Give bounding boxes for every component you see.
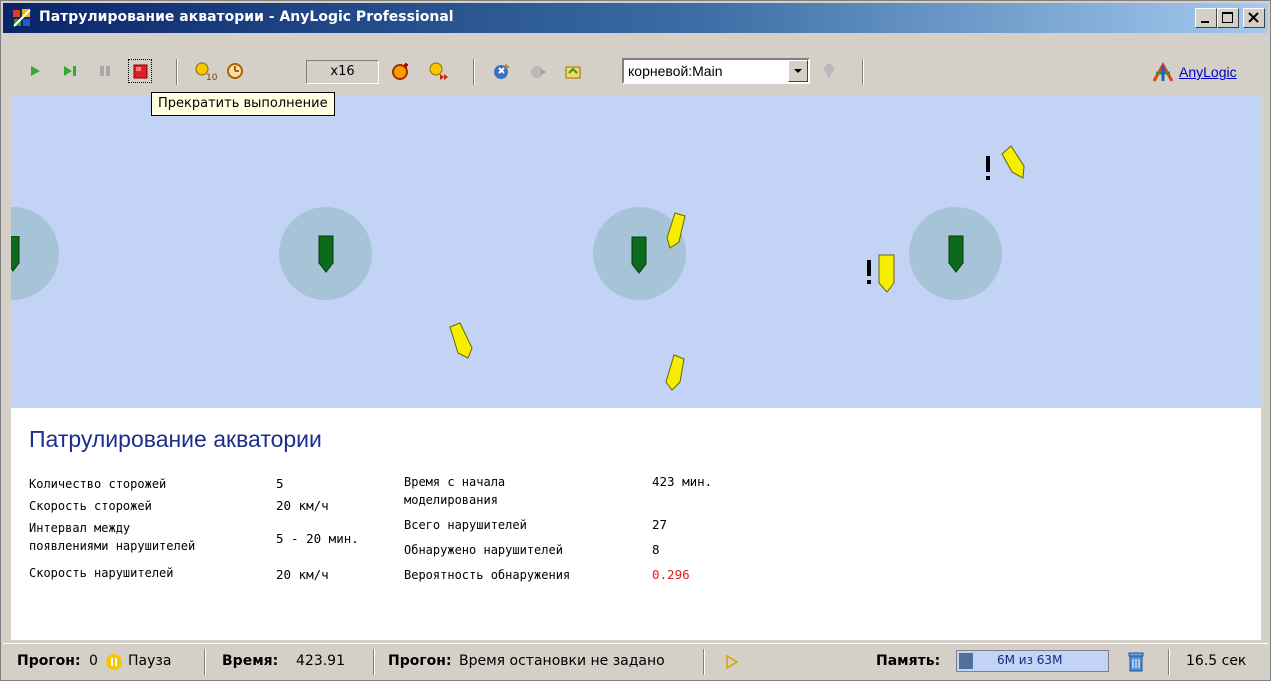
play-status-icon[interactable] — [724, 653, 740, 671]
toolbar: 10 x16 корневой:Main AnyLogic — [3, 34, 1268, 94]
intruder-ship — [666, 212, 686, 249]
anylogic-logo-icon — [1152, 61, 1174, 82]
slower-icon — [392, 63, 408, 80]
app-icon — [13, 9, 31, 27]
detection-probability: 0.296 — [652, 567, 690, 582]
status-separator — [1168, 649, 1170, 675]
slower-button[interactable] — [389, 59, 413, 83]
run-button[interactable] — [23, 59, 47, 83]
elapsed-time: 16.5 сек — [1186, 653, 1247, 669]
close-icon — [1248, 12, 1259, 23]
stat-value: 423 мин. — [652, 474, 713, 489]
pause-button[interactable] — [93, 59, 117, 83]
stat-value: 27 — [652, 517, 668, 532]
toolbar-separator — [176, 59, 178, 85]
navigate-icon — [824, 64, 834, 79]
stat-label: Время с начала — [404, 475, 506, 489]
pause-status-icon — [106, 654, 122, 670]
status-bar: Прогон: 0 Пауза Время: 423.91 Прогон: Вр… — [3, 643, 1268, 679]
intruder-ship — [665, 354, 685, 391]
param-label: Скорость нарушителей — [29, 566, 174, 580]
stop-button[interactable] — [128, 59, 152, 83]
memory-bar: 6М из 63М — [956, 650, 1109, 672]
maximize-icon — [1222, 12, 1233, 23]
intruder-ship — [1001, 145, 1025, 179]
run-stop-value: Время остановки не задано — [459, 653, 665, 669]
root-select-value: корневой:Main — [628, 63, 723, 79]
stop-icon — [133, 64, 148, 79]
status-separator — [703, 649, 705, 675]
memory-value: 6М из 63М — [997, 653, 1063, 667]
run-label: Прогон: — [17, 653, 81, 669]
up-level-button[interactable] — [490, 59, 514, 83]
time-units-button[interactable]: 10 — [193, 59, 218, 83]
realtime-button[interactable] — [223, 59, 247, 83]
param-value: 5 — [276, 476, 284, 491]
up-level-icon — [494, 63, 510, 79]
home-icon — [565, 66, 581, 79]
guard-ship — [11, 236, 20, 272]
realtime-icon — [227, 63, 243, 79]
navigate-button[interactable] — [817, 59, 841, 83]
alert-icon — [867, 260, 871, 284]
toolbar-separator — [473, 59, 475, 85]
run-state: Пауза — [128, 653, 172, 669]
status-separator — [373, 649, 375, 675]
root-select[interactable]: корневой:Main — [622, 58, 810, 84]
title-bar[interactable]: Патрулирование акватории - AnyLogic Prof… — [3, 3, 1268, 33]
param-value: 20 км/ч — [276, 498, 329, 513]
minimize-icon — [1201, 21, 1209, 23]
guard-ship — [948, 235, 964, 273]
stop-tooltip: Прекратить выполнение — [151, 92, 335, 116]
run-value: 0 — [89, 653, 98, 669]
pause-icon — [100, 66, 110, 76]
run-icon — [31, 66, 40, 76]
time-label: Время: — [222, 653, 279, 669]
param-label: Скорость сторожей — [29, 499, 152, 513]
param-value: 5 - 20 мин. — [276, 531, 359, 546]
home-button[interactable] — [561, 59, 585, 83]
chevron-down-icon — [794, 69, 802, 73]
guard-ship — [631, 236, 647, 274]
stat-label: Вероятность обнаружения — [404, 568, 571, 582]
param-label: Количество сторожей — [29, 477, 167, 491]
guard-ship — [318, 235, 334, 273]
simulation-canvas[interactable] — [11, 96, 1261, 408]
stat-label: Всего нарушителей — [404, 518, 527, 532]
time-value: 423.91 — [296, 653, 345, 669]
toolbar-separator — [862, 59, 864, 85]
alert-icon — [986, 156, 990, 180]
info-panel: Патрулирование акватории Количество стор… — [11, 408, 1261, 640]
back-icon — [531, 66, 546, 78]
svg-text:10: 10 — [206, 73, 217, 83]
speed-display: x16 — [306, 60, 379, 84]
step-icon — [64, 66, 76, 76]
stat-label: Обнаружено нарушителей — [404, 543, 563, 557]
panel-title: Патрулирование акватории — [29, 426, 322, 452]
minimize-button[interactable] — [1195, 8, 1217, 28]
trash-icon[interactable] — [1128, 651, 1144, 673]
faster-button[interactable] — [427, 59, 451, 83]
param-label: появлениями нарушителей — [29, 539, 196, 553]
back-button[interactable] — [526, 59, 550, 83]
param-value: 20 км/ч — [276, 567, 329, 582]
run-stop-label: Прогон: — [388, 653, 452, 669]
param-label: Интервал между — [29, 521, 131, 535]
root-select-dropdown-button[interactable] — [788, 60, 808, 82]
faster-icon — [429, 62, 448, 80]
application-window: Патрулирование акватории - AnyLogic Prof… — [0, 0, 1271, 681]
time-units-icon: 10 — [195, 62, 218, 83]
stat-value: 8 — [652, 542, 660, 557]
anylogic-link[interactable]: AnyLogic — [1179, 64, 1237, 80]
status-separator — [204, 649, 206, 675]
stat-label: моделирования — [404, 493, 498, 507]
close-button[interactable] — [1243, 8, 1265, 28]
intruder-ship — [878, 254, 895, 293]
memory-bar-fill — [959, 653, 973, 669]
maximize-button[interactable] — [1217, 8, 1239, 28]
memory-label: Память: — [876, 653, 941, 669]
intruder-ship — [449, 322, 473, 359]
window-title: Патрулирование акватории - AnyLogic Prof… — [39, 9, 454, 25]
step-button[interactable] — [58, 59, 82, 83]
